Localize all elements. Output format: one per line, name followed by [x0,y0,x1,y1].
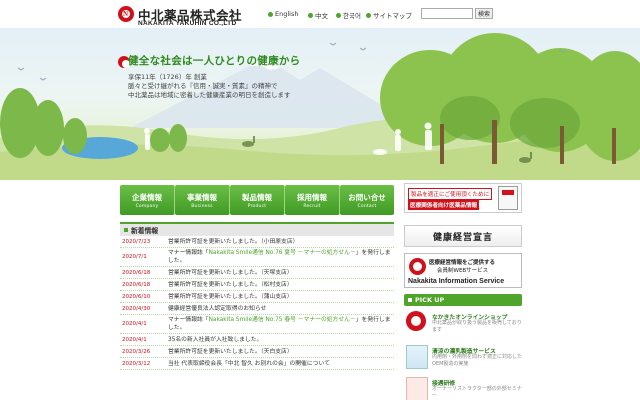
news-text[interactable]: マナー情報誌「Nakakita Smile通信 No.76 夏号 －マナーの処方… [168,249,394,265]
news-item[interactable]: 2020/7/23 営業所許可証を更新いたしました。（小田原支店） [120,236,394,248]
news-item[interactable]: 2020/3/26 営業所許可証を更新いたしました。（天白支店） [120,346,394,358]
news-item[interactable]: 2020/6/10 営業所許可証を更新いたしました。（蒲山支店） [120,291,394,303]
news-text[interactable]: 営業所許可証を更新いたしました。（小田原支店） [168,238,394,246]
newsletter-link[interactable]: Nakakita Smile通信 No.76 夏号 －マナーの処方せん－ [209,250,356,256]
hero-landscape-illustration [0,33,640,180]
bullet-icon [366,12,371,18]
news-date: 2020/3/12 [122,360,151,367]
newsletter-link[interactable]: Nakakita Smile通信 No.75 春号 －マナーの処方せん－ [209,317,356,323]
bullet-icon [336,12,341,18]
global-nav: 企業情報 Company 事業情報 Business 製品情報 Product 採用情… [120,185,394,215]
pickup-online-shop[interactable]: なかきたオンラインショップ 中北薬品が取り扱う製品を販売しております [404,309,522,339]
nav-business[interactable]: 事業情報 Business [175,185,230,215]
news-title: 新着情報 [131,227,159,235]
lang-link-chinese[interactable]: 中文 [308,10,328,20]
nav-product[interactable]: 製品情報 Product [230,185,285,215]
nav-recruit[interactable]: 採用情報 Recruit [285,185,340,215]
news-date: 2020/4/1 [122,321,147,327]
information-service-banner[interactable]: 医療経営情報をご提供する 会員制WEBサービス Nakakita Informa… [404,253,522,288]
training-person-icon [406,377,428,400]
news-item[interactable]: 2020/4/1 マナー情報誌「Nakakita Smile通信 No.75 春号… [120,315,394,334]
news-text[interactable]: 35名の新入社員が入社致しました。 [168,336,394,344]
lang-link-korean[interactable]: 한국어 [336,10,361,20]
news-item[interactable]: 2020/7/1 マナー情報誌「Nakakita Smile通信 No.76 夏号… [120,248,394,267]
news-date: 2020/4/30 [122,305,151,312]
square-bullet-icon [408,298,412,302]
company-logo-icon [406,311,426,331]
health-declaration-banner[interactable]: 健康経営宣言 [404,225,522,247]
news-text[interactable]: 営業所許可証を更新いたしました。（蒲山支店） [168,293,394,301]
hero-banner: 健全な社会は一人ひとりの健康から 享保11年（1726）年 創業 脈々と受け継が… [0,28,640,180]
nav-company[interactable]: 企業情報 Company [120,185,175,215]
news-text[interactable]: 営業所許可証を更新いたしました。（天塚支店） [168,269,394,277]
news-item[interactable]: 2020/4/1 35名の新入社員が入社致しました。 [120,334,394,346]
news-list: 2020/7/23 営業所許可証を更新いたしました。（小田原支店） 2020/7/… [120,236,394,370]
news-date: 2020/6/10 [122,293,151,300]
news-header: 新着情報 [120,222,394,236]
news-section: 新着情報 2020/7/23 営業所許可証を更新いたしました。（小田原支店） 20… [120,222,394,400]
news-text[interactable]: 営業所許可証を更新いたしました。（天白支店） [168,348,394,356]
company-logo-icon [409,258,426,275]
news-date: 2020/3/26 [122,348,151,355]
news-date: 2020/7/23 [122,238,151,245]
banner-tag-proper-use: 製品を適正にご使用頂くために [408,188,493,200]
news-item[interactable]: 2020/6/18 営業所許可証を更新いたしました。（松村支店） [120,279,394,291]
search-button[interactable]: 検索 [475,8,493,19]
bullet-icon [308,12,313,18]
news-item[interactable]: 2020/3/12 当社 代表取締役会長「中北 智久 お別れの会」の開催について [120,358,394,370]
sitemap-link[interactable]: サイトマップ [366,10,412,20]
product-bottle-icon [406,345,428,369]
square-bullet-icon [124,228,128,232]
company-name-en: NAKAKITA YAKUHIN CO.,LTD [138,20,237,27]
hero-mission-text: 中北薬品は地域に密着した健康産業の明日を創造します [128,91,291,99]
news-date: 2020/7/1 [122,254,147,260]
news-item[interactable]: 2020/4/30 健康経営優良法人認定取得のお知らせ [120,303,394,315]
news-date: 2020/6/18 [122,281,151,288]
pickup-header: PICK UP [404,294,522,306]
document-icon [498,186,518,210]
site-header: N 中北薬品株式会社 NAKAKITA YAKUHIN CO.,LTD Engl… [0,0,640,28]
lang-link-english[interactable]: English [268,10,298,18]
nav-contact[interactable]: お問い合せ Contact [340,185,394,215]
news-text[interactable]: 健康経営優良法人認定取得のお知らせ [168,305,394,313]
pickup-training[interactable]: 接遇研修 オーナーリストラクター部の外部セミナー [404,375,522,400]
search-input[interactable] [421,8,473,19]
news-item[interactable]: 2020/6/18 営業所許可証を更新いたしました。（天塚支店） [120,267,394,279]
news-date: 2020/6/18 [122,269,151,276]
banner-tag-medical: 医療関係者向け医薬品情報 [408,200,480,210]
news-text[interactable]: マナー情報誌「Nakakita Smile通信 No.75 春号 －マナーの処方… [168,316,394,332]
hero-headline: 健全な社会は一人ひとりの健康から [128,55,301,67]
news-text[interactable]: 当社 代表取締役会長「中北 智久 お別れの会」の開催について [168,360,394,368]
medical-info-banner[interactable]: 製品を適正にご使用頂くために 医療関係者向け医薬品情報 [404,183,522,213]
pickup-oem-service[interactable]: 清涼の濃乳製造サービス 内用剤・外用剤を問わず適正に対応した OEM製造の実施 [404,343,522,373]
bullet-icon [268,11,273,17]
news-text[interactable]: 営業所許可証を更新いたしました。（松村支店） [168,281,394,289]
news-date: 2020/4/1 [122,336,147,343]
company-logo-icon[interactable]: N [118,6,134,22]
